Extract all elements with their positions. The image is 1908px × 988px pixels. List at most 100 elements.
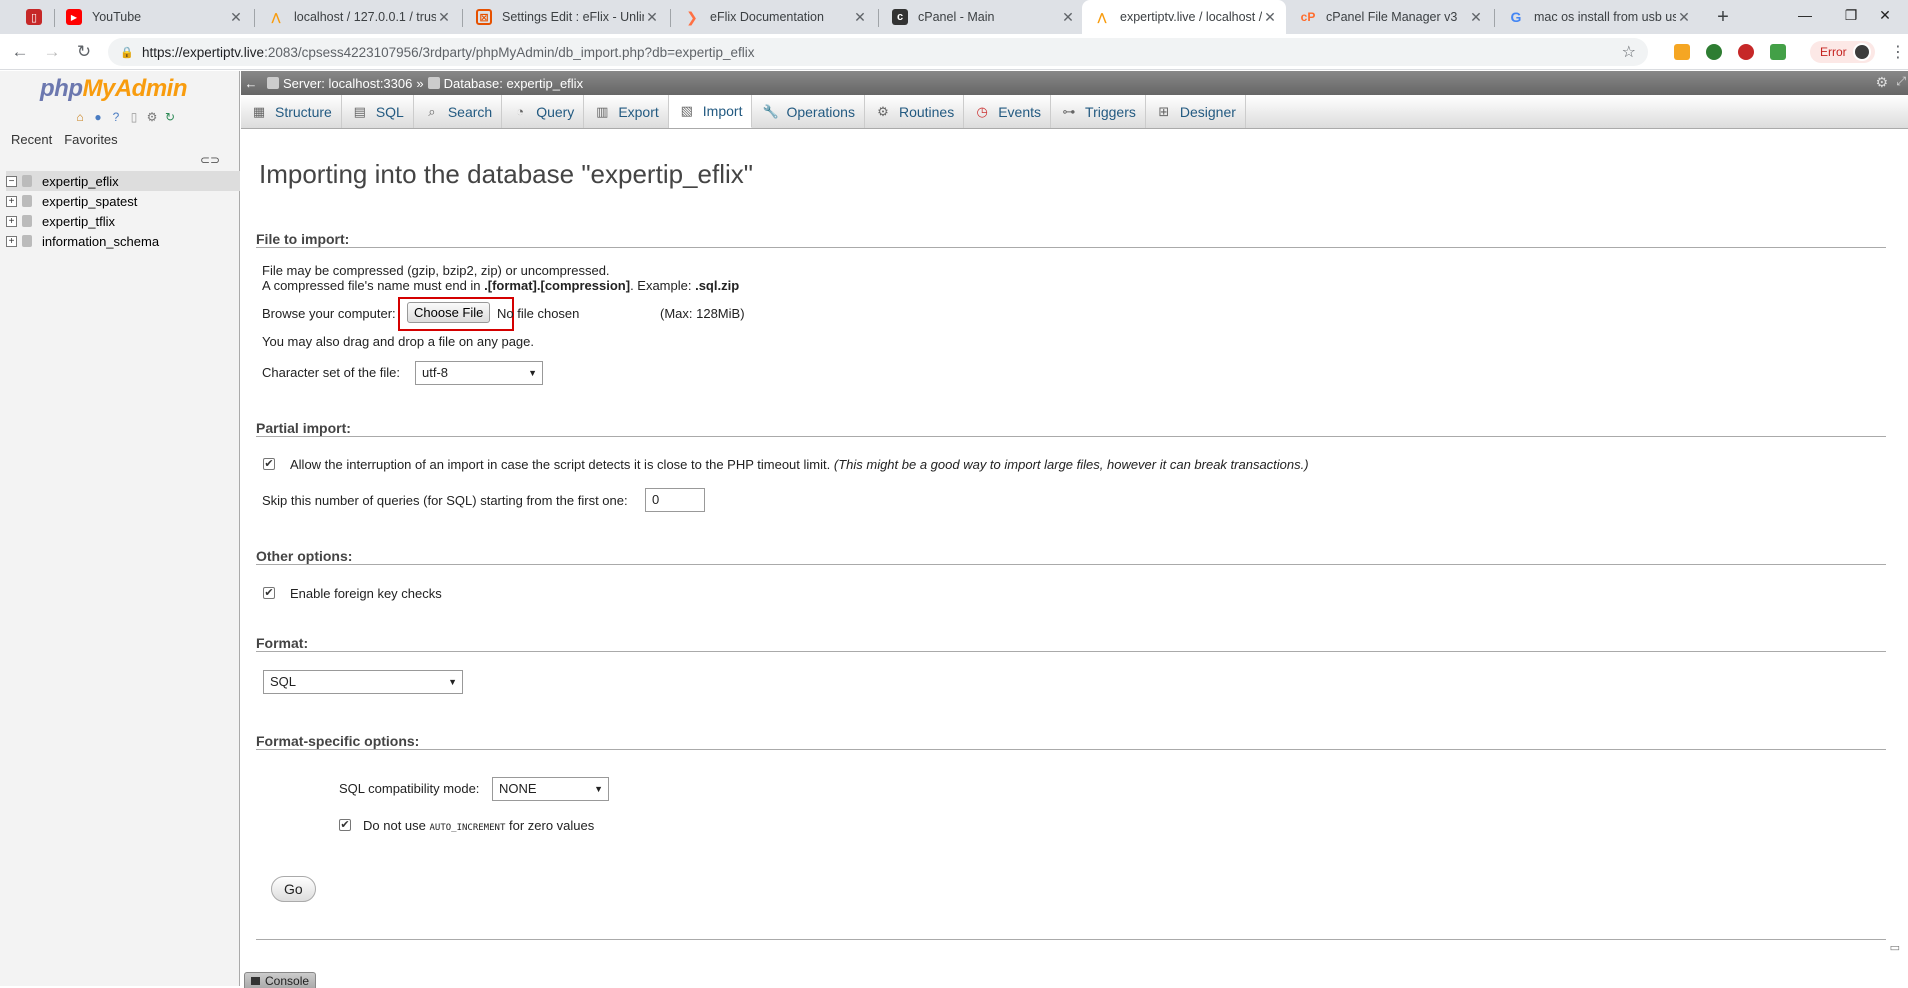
close-window-button[interactable]: ✕ <box>1862 0 1908 30</box>
db-expertip-tflix[interactable]: + expertip_tflix <box>6 211 240 231</box>
skip-queries-input[interactable]: 0 <box>645 488 705 512</box>
link-icon[interactable]: ⊂⊃ <box>200 153 220 167</box>
forward-button[interactable]: → <box>40 40 64 64</box>
tab-structure[interactable]: ▦ Structure <box>241 95 342 128</box>
skip-queries-label: Skip this number of queries (for SQL) st… <box>262 493 628 508</box>
key-extension-icon[interactable] <box>1674 44 1690 60</box>
close-icon[interactable]: ✕ <box>1676 9 1692 26</box>
page-settings-icon[interactable]: ⚙ <box>1875 74 1888 91</box>
operations-icon: 🔧 <box>762 103 779 119</box>
cpanel-icon: c <box>892 9 908 25</box>
import-page: Importing into the database "expertip_ef… <box>241 130 1908 988</box>
collapse-panel-icon[interactable]: ← <box>241 76 261 91</box>
expand-icon[interactable]: + <box>6 195 17 207</box>
db-expertip-spatest[interactable]: + expertip_spatest <box>6 191 240 211</box>
bookmark-star-icon[interactable]: ☆ <box>1622 42 1636 62</box>
docs-icon[interactable]: ? <box>109 110 123 124</box>
db-information-schema[interactable]: + information_schema <box>6 231 240 251</box>
database-icon <box>427 77 440 89</box>
tab-pmf[interactable]: ▯ <box>14 0 54 34</box>
console-icon <box>251 976 260 985</box>
close-icon[interactable]: ✕ <box>644 9 660 26</box>
foreign-key-checkbox[interactable]: ✔ <box>263 587 275 599</box>
new-tab-button[interactable]: + <box>1710 4 1736 30</box>
allow-interrupt-checkbox[interactable]: ✔ <box>263 458 275 470</box>
globe-extension-icon[interactable] <box>1706 44 1722 60</box>
tab-sql[interactable]: ▤ SQL <box>342 95 414 128</box>
server-icon <box>267 77 279 89</box>
tab-localhost[interactable]: ⋀ localhost / 127.0.0.1 / trust ✕ <box>256 0 460 34</box>
chevron-down-icon: ▼ <box>448 677 457 687</box>
tab-operations[interactable]: 🔧 Operations <box>752 95 865 128</box>
favorites-tab[interactable]: Favorites <box>61 131 120 148</box>
tab-google-search[interactable]: G mac os install from usb usi ✕ <box>1496 0 1700 34</box>
export-icon: ▥ <box>596 103 609 119</box>
settings-gear-icon[interactable]: ⚙ <box>145 110 159 124</box>
reload-button[interactable]: ↻ <box>72 40 96 64</box>
close-icon[interactable]: ✕ <box>228 9 244 26</box>
tab-triggers[interactable]: ⊶ Triggers <box>1051 95 1146 128</box>
console-options-icon[interactable]: ▭ <box>1890 941 1900 954</box>
designer-icon: ⊞ <box>1158 103 1170 119</box>
close-icon[interactable]: ✕ <box>1468 9 1484 26</box>
compat-mode-label: SQL compatibility mode: <box>339 781 480 796</box>
reload-nav-icon[interactable]: ↻ <box>163 110 177 124</box>
search-icon: ⌕ <box>428 103 436 119</box>
home-icon[interactable]: ⌂ <box>73 110 87 124</box>
breadcrumb-database[interactable]: Database: expertip_eflix <box>427 76 583 91</box>
go-button[interactable]: Go <box>271 876 316 902</box>
browser-tab-bar: ▯ ▶ YouTube ✕ ⋀ localhost / 127.0.0.1 / … <box>0 0 1908 34</box>
fullscreen-icon[interactable]: ⤢ <box>1896 74 1906 89</box>
adblock-extension-icon[interactable] <box>1738 44 1754 60</box>
sql-docs-icon[interactable]: ▯ <box>127 110 141 124</box>
tab-export[interactable]: ▥ Export <box>584 95 669 128</box>
tab-cpanel-main[interactable]: c cPanel - Main ✕ <box>880 0 1084 34</box>
database-icon <box>22 175 32 187</box>
db-expertip-eflix[interactable]: − expertip_eflix <box>6 171 240 191</box>
address-bar[interactable]: 🔒 https://expertiptv.live:2083/cpsess422… <box>108 38 1648 66</box>
import-icon: ▧ <box>680 103 693 118</box>
tab-youtube[interactable]: ▶ YouTube ✕ <box>54 0 252 34</box>
format-select[interactable]: SQL ▼ <box>263 670 463 694</box>
collapse-icon[interactable]: − <box>6 175 17 187</box>
no-auto-increment-checkbox[interactable]: ✔ <box>339 819 351 831</box>
tab-events[interactable]: ◷ Events <box>964 95 1052 128</box>
profile-error-button[interactable]: Error <box>1810 41 1875 63</box>
phpmyadmin-logo[interactable]: phpMyAdmin <box>40 75 187 103</box>
compat-mode-select[interactable]: NONE ▼ <box>492 777 609 801</box>
breadcrumb-server[interactable]: Server: localhost:3306 <box>267 76 412 91</box>
tab-eflix-docs[interactable]: ❯ eFlix Documentation ✕ <box>672 0 876 34</box>
green-extension-icon[interactable] <box>1770 44 1786 60</box>
tab-settings-edit[interactable]: ⊠ Settings Edit : eFlix - Unlim ✕ <box>464 0 668 34</box>
database-icon <box>22 215 32 227</box>
tab-designer[interactable]: ⊞ Designer <box>1146 95 1246 128</box>
recent-tab[interactable]: Recent <box>8 131 55 148</box>
youtube-icon: ▶ <box>66 9 82 25</box>
database-icon <box>22 235 32 247</box>
close-icon[interactable]: ✕ <box>852 9 868 26</box>
url-host: https://expertiptv.live <box>142 44 265 60</box>
tab-import[interactable]: ▧ Import <box>668 95 753 128</box>
routines-icon: ⚙ <box>877 103 889 119</box>
back-button[interactable]: ← <box>8 40 32 64</box>
close-icon[interactable]: ✕ <box>436 9 452 26</box>
cpanel-icon: cP <box>1300 10 1316 24</box>
database-menu: ▦ Structure ▤ SQL ⌕ Search ◔ Query ▥ Export ▧… <box>241 95 1908 129</box>
tab-routines[interactable]: ⚙ Routines <box>865 95 965 128</box>
lock-icon: 🔒 <box>120 46 134 59</box>
close-icon[interactable]: ✕ <box>1262 9 1278 26</box>
browse-label: Browse your computer: <box>262 306 396 321</box>
browser-menu-icon[interactable]: ⋮ <box>1890 42 1906 62</box>
minimize-button[interactable]: — <box>1782 0 1828 30</box>
expand-icon[interactable]: + <box>6 235 17 247</box>
tab-expertiptv[interactable]: ⋀ expertiptv.live / localhost / ✕ <box>1082 0 1286 34</box>
database-tree: − expertip_eflix + expertip_spatest + exper… <box>6 171 240 251</box>
tab-search[interactable]: ⌕ Search <box>414 95 503 128</box>
query-icon: ◔ <box>516 103 525 119</box>
close-icon[interactable]: ✕ <box>1060 9 1076 26</box>
tab-query[interactable]: ◔ Query <box>502 95 585 128</box>
tab-file-manager[interactable]: cP cPanel File Manager v3 ✕ <box>1288 0 1492 34</box>
charset-select[interactable]: utf-8 ▼ <box>415 361 543 385</box>
expand-icon[interactable]: + <box>6 215 17 227</box>
logout-icon[interactable]: ● <box>91 110 105 124</box>
